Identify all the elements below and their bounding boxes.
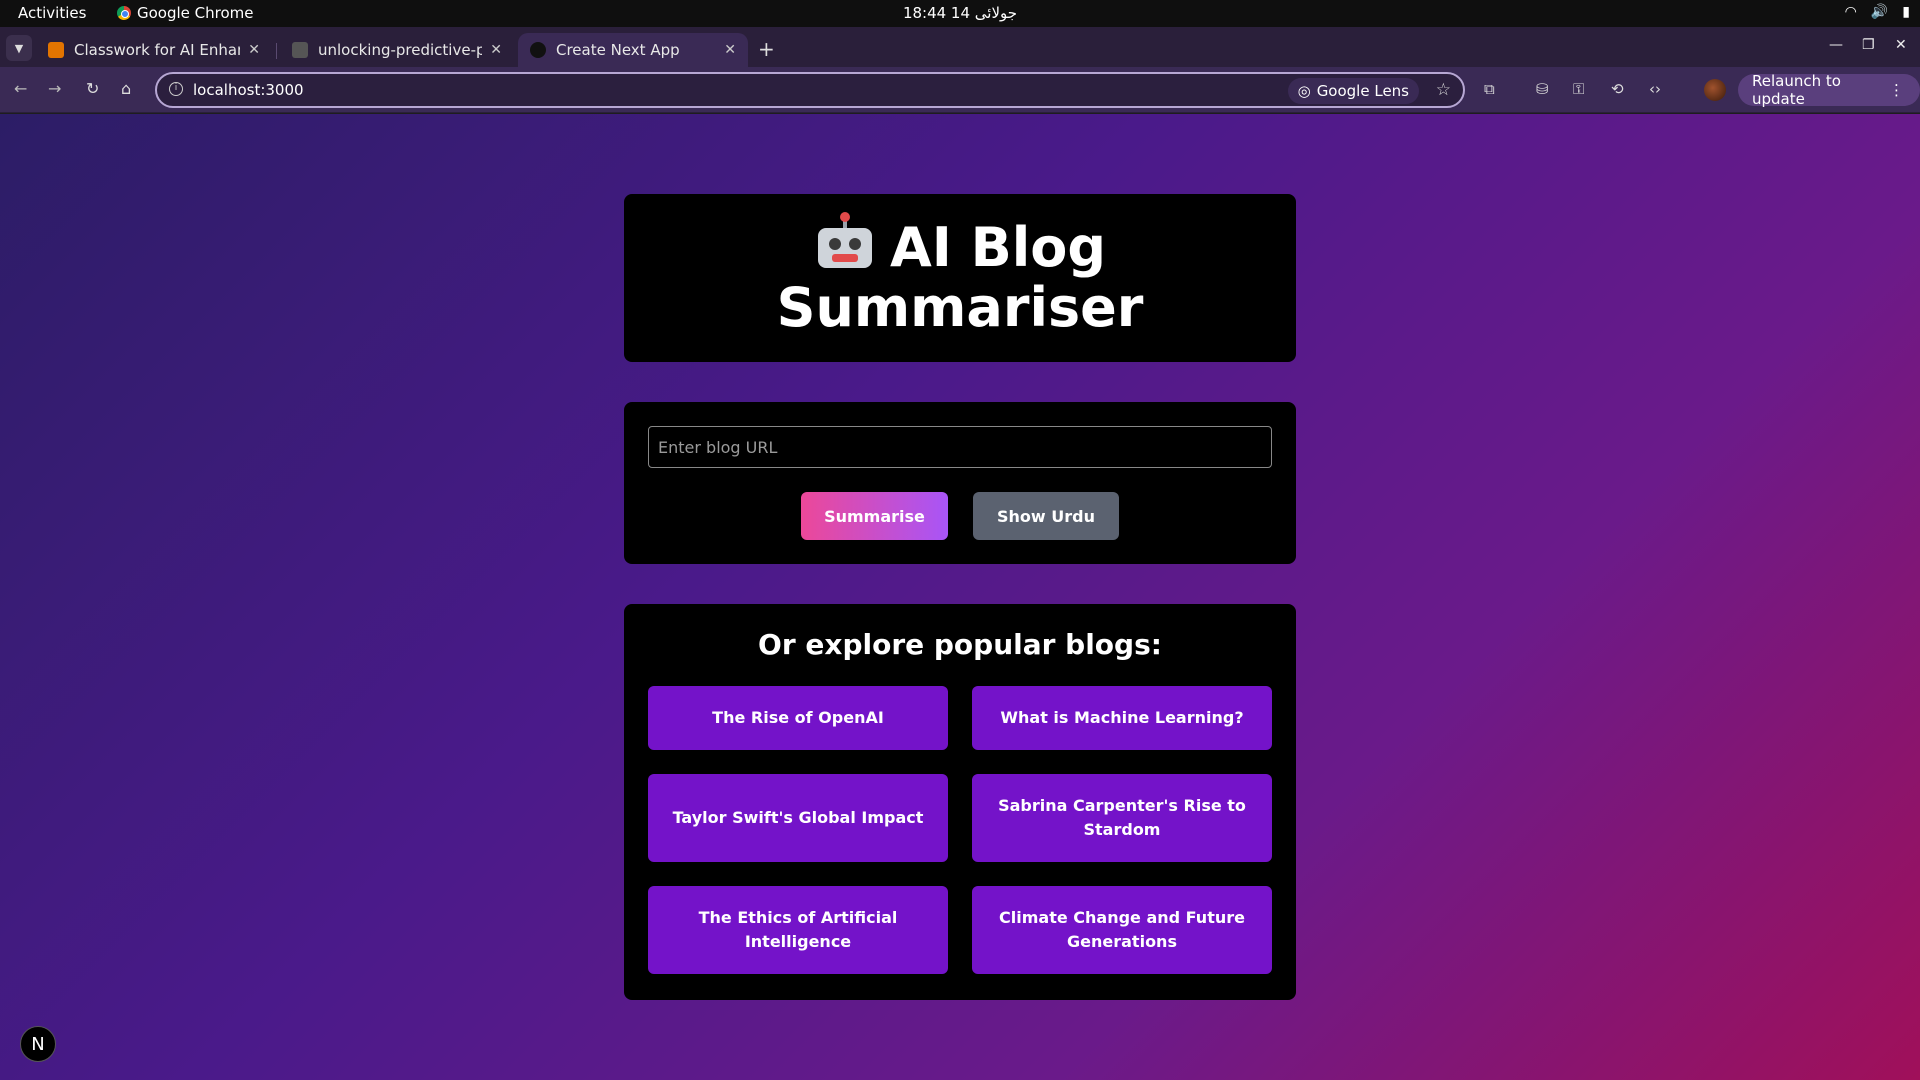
- explore-blogs-card: Or explore popular blogs: The Rise of Op…: [624, 604, 1296, 1000]
- tab-classwork[interactable]: Classwork for AI Enhanc ✕: [36, 33, 272, 67]
- page-viewport: AI Blog Summariser Summarise Show Urdu O…: [0, 114, 1920, 1080]
- summarise-button[interactable]: Summarise: [801, 492, 948, 540]
- explore-heading: Or explore popular blogs:: [758, 628, 1162, 661]
- close-icon[interactable]: ✕: [724, 42, 736, 58]
- google-lens-button[interactable]: ◎ Google Lens: [1287, 78, 1419, 104]
- tab-create-next-app[interactable]: Create Next App ✕: [518, 33, 748, 67]
- clock[interactable]: 18:44 14 جولائی: [0, 4, 1920, 22]
- blog-button-machine-learning[interactable]: What is Machine Learning?: [972, 686, 1272, 750]
- classroom-favicon-icon: [48, 42, 64, 58]
- devtools-code-icon[interactable]: ‹›: [1649, 80, 1661, 98]
- robot-icon: [814, 212, 876, 272]
- header-card: AI Blog Summariser: [624, 194, 1296, 362]
- extensions-icon[interactable]: ⧉: [1484, 80, 1495, 98]
- system-tray[interactable]: ◠ 🔊 ▮: [1845, 4, 1910, 20]
- maximize-icon[interactable]: ❐: [1862, 37, 1875, 53]
- google-lens-label: Google Lens: [1316, 82, 1409, 100]
- blog-button-ethics-of-ai[interactable]: The Ethics of Artificial Intelligence: [648, 886, 948, 974]
- tab-divider: [276, 43, 277, 59]
- relaunch-to-update-button[interactable]: Relaunch to update ⋮: [1738, 72, 1920, 108]
- bookmark-star-icon[interactable]: ☆: [1436, 80, 1451, 100]
- link-favicon-icon: [292, 42, 308, 58]
- battery-icon: ▮: [1902, 4, 1910, 20]
- tab-title: Create Next App: [556, 41, 680, 59]
- close-icon[interactable]: ✕: [490, 42, 502, 58]
- system-top-bar: Activities Google Chrome 18:44 14 جولائی…: [0, 0, 1920, 27]
- tab-search-button[interactable]: ▼: [6, 35, 32, 61]
- show-urdu-button[interactable]: Show Urdu: [973, 492, 1119, 540]
- minimize-icon[interactable]: —: [1829, 37, 1843, 53]
- home-icon[interactable]: ⌂: [121, 79, 131, 98]
- tab-unlocking[interactable]: unlocking-predictive-po ✕: [280, 33, 514, 67]
- blog-button-climate-change[interactable]: Climate Change and Future Generations: [972, 886, 1272, 974]
- reload-icon[interactable]: ↻: [86, 79, 99, 98]
- blog-url-input[interactable]: [648, 426, 1272, 468]
- tab-title: unlocking-predictive-po: [318, 41, 483, 59]
- forward-icon[interactable]: →: [48, 79, 61, 98]
- new-tab-button[interactable]: +: [758, 37, 775, 61]
- tab-title: Classwork for AI Enhanc: [74, 41, 241, 59]
- chevron-down-icon: ▼: [14, 41, 24, 55]
- incognito-icon[interactable]: ⛁: [1536, 80, 1549, 98]
- password-key-icon[interactable]: ⚿: [1573, 80, 1584, 98]
- blog-button-rise-of-openai[interactable]: The Rise of OpenAI: [648, 686, 948, 750]
- url-text[interactable]: localhost:3000: [193, 81, 304, 99]
- blog-button-sabrina-carpenter[interactable]: Sabrina Carpenter's Rise to Stardom: [972, 774, 1272, 862]
- summarise-form-card: Summarise Show Urdu: [624, 402, 1296, 564]
- info-icon[interactable]: i: [169, 82, 183, 96]
- close-icon[interactable]: ✕: [248, 42, 260, 58]
- address-bar[interactable]: i localhost:3000 ◎ Google Lens ☆: [155, 72, 1465, 108]
- lens-icon: ◎: [1297, 82, 1311, 100]
- page-heading: AI Blog Summariser: [624, 194, 1296, 338]
- close-window-icon[interactable]: ✕: [1895, 37, 1907, 53]
- nextjs-favicon-icon: [530, 42, 546, 58]
- tab-strip: ▼ Classwork for AI Enhanc ✕ unlocking-pr…: [0, 27, 1920, 67]
- back-icon[interactable]: ←: [14, 79, 27, 98]
- more-menu-icon[interactable]: ⋮: [1889, 81, 1904, 99]
- nextjs-dev-badge[interactable]: N: [20, 1026, 56, 1062]
- blog-button-taylor-swift[interactable]: Taylor Swift's Global Impact: [648, 774, 948, 862]
- history-icon[interactable]: ⟲: [1611, 80, 1624, 98]
- wifi-icon: ◠: [1844, 4, 1857, 20]
- relaunch-label: Relaunch to update: [1752, 72, 1841, 108]
- browser-toolbar: ← → ↻ ⌂ i localhost:3000 ◎ Google Lens ☆…: [0, 67, 1920, 113]
- volume-icon: 🔊: [1870, 4, 1889, 20]
- profile-avatar[interactable]: [1704, 79, 1726, 101]
